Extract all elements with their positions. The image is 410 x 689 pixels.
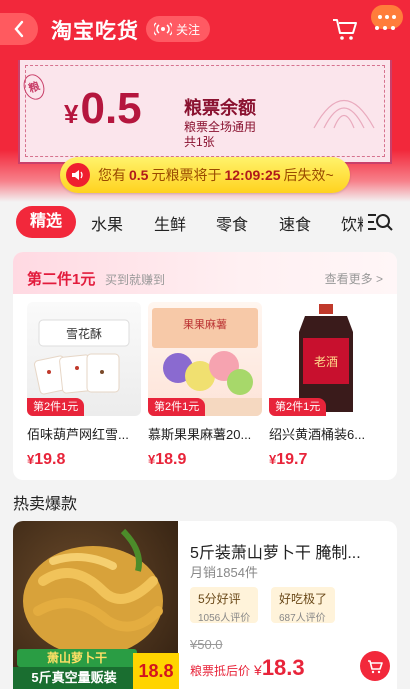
category-tabs: 精选 水果 生鲜 零食 速食 饮料 bbox=[0, 203, 410, 243]
image-label: 萧山萝卜干 bbox=[17, 649, 137, 667]
view-more-link[interactable]: 查看更多 > bbox=[325, 270, 383, 287]
header-bar: 淘宝吃货 关注 bbox=[0, 0, 410, 60]
product-image-text: 果果麻薯 bbox=[183, 317, 227, 331]
coupon-title: 粮票余额 bbox=[184, 98, 256, 118]
product-name: 5斤装萧山萝卜干 腌制... bbox=[190, 545, 361, 562]
review-tag: 5分好评 bbox=[198, 592, 241, 606]
image-price-tag: 18.8 bbox=[133, 653, 179, 689]
product-price: ¥19.8 bbox=[27, 451, 66, 468]
monthly-sales: 月销1854件 bbox=[190, 565, 258, 580]
image-label: 5斤真空量贩装 bbox=[13, 667, 135, 689]
product-card[interactable]: 雪花酥 第2件1元 佰味葫芦网红雪... ¥19.8 bbox=[27, 302, 141, 469]
list-search-icon bbox=[368, 214, 393, 231]
cart-button[interactable] bbox=[332, 17, 358, 46]
coupon-price-value: 18.3 bbox=[261, 655, 305, 680]
tab-snacks[interactable]: 零食 bbox=[216, 211, 248, 235]
deal-badge: 第2件1元 bbox=[269, 398, 327, 416]
cart-icon bbox=[368, 659, 383, 673]
product-price: ¥19.7 bbox=[269, 451, 308, 468]
product-image-text: 雪花酥 bbox=[66, 326, 102, 341]
notice-suffix: 后失效~ bbox=[283, 167, 334, 183]
product-price: ¥18.9 bbox=[148, 451, 187, 468]
more-icon[interactable] bbox=[375, 26, 395, 30]
expiry-notice[interactable]: 您有 0.5 元粮票将于 12:09:25 后失效~ bbox=[60, 157, 350, 193]
follow-label: 关注 bbox=[176, 22, 201, 37]
deal-badge: 第2件1元 bbox=[148, 398, 206, 416]
broadcast-icon bbox=[154, 22, 172, 36]
tab-fruit[interactable]: 水果 bbox=[91, 211, 123, 235]
coupon-count: 共1张 bbox=[184, 135, 215, 149]
section-title: 第二件1元 bbox=[27, 271, 96, 288]
review-tag: 好吃极了 bbox=[279, 592, 328, 606]
coupon-price-label: 粮票抵后价 bbox=[190, 664, 251, 678]
tab-featured[interactable]: 精选 bbox=[16, 206, 77, 238]
review-count: 687人评价 bbox=[279, 613, 326, 624]
notice-amount: 0.5 bbox=[129, 167, 149, 183]
coupon-currency: ¥ bbox=[64, 99, 79, 129]
coupon-usage: 粮票全场通用 bbox=[184, 120, 257, 134]
coupon-value: 0.5 bbox=[80, 84, 142, 133]
product-image-text: 老酒 bbox=[314, 355, 338, 369]
review-badge: 好吃极了 687人评价 bbox=[271, 587, 336, 624]
coupon-price: 粮票抵后价 ¥ 18.3 bbox=[190, 655, 305, 681]
follow-button[interactable]: 关注 bbox=[146, 16, 211, 42]
coupon-amount: ¥ 0.5 bbox=[64, 84, 142, 134]
notice-middle: 元粮票将于 bbox=[151, 167, 222, 183]
product-image: 果果麻薯 第2件1元 bbox=[148, 302, 262, 416]
coupon-price-currency: ¥ bbox=[254, 662, 262, 678]
cart-icon bbox=[333, 19, 357, 40]
review-count: 1056人评价 bbox=[198, 613, 251, 624]
back-button[interactable] bbox=[0, 13, 38, 45]
search-button[interactable] bbox=[367, 211, 393, 238]
speaker-icon bbox=[66, 163, 90, 187]
product-image: 老酒 第2件1元 bbox=[269, 302, 383, 416]
hot-product-card[interactable]: 萧山萝卜干 5斤真空量贩装 18.8 5斤装萧山萝卜干 腌制... 月销1854… bbox=[13, 521, 397, 689]
product-card[interactable]: 老酒 第2件1元 绍兴黄酒桶装6... ¥19.7 bbox=[269, 302, 383, 469]
product-name: 绍兴黄酒桶装6... bbox=[269, 427, 366, 442]
product-image: 雪花酥 第2件1元 bbox=[27, 302, 141, 416]
tab-instant[interactable]: 速食 bbox=[279, 211, 311, 235]
original-price: ¥50.0 bbox=[190, 637, 223, 652]
deal-badge: 第2件1元 bbox=[27, 398, 85, 416]
add-to-cart-button[interactable] bbox=[360, 651, 390, 681]
page-title: 淘宝吃货 bbox=[51, 20, 139, 43]
notice-prefix: 您有 bbox=[98, 167, 126, 183]
hot-section-title: 热卖爆款 bbox=[13, 496, 78, 513]
tab-drinks[interactable]: 饮料 bbox=[341, 211, 363, 235]
second-item-deal-section: 第二件1元 买到就赚到 查看更多 > 雪花酥 第2件1元 佰味葫芦网红雪... … bbox=[13, 252, 397, 480]
product-name: 佰味葫芦网红雪... bbox=[27, 427, 129, 442]
product-name: 慕斯果果麻薯20... bbox=[148, 427, 252, 442]
ornament-icon bbox=[313, 100, 375, 129]
chevron-left-icon bbox=[14, 20, 24, 38]
coupon-card[interactable]: 粮 ¥ 0.5 粮票余额 粮票全场通用 共1张 bbox=[18, 60, 392, 164]
review-badge: 5分好评 1056人评价 bbox=[190, 587, 259, 624]
coupon-subtext: 粮票全场通用 共1张 bbox=[184, 120, 256, 150]
product-image: 萧山萝卜干 5斤真空量贩装 18.8 bbox=[13, 521, 179, 689]
notice-time: 12:09:25 bbox=[224, 167, 281, 183]
tab-fresh[interactable]: 生鲜 bbox=[154, 211, 186, 235]
section-subtitle: 买到就赚到 bbox=[105, 273, 166, 287]
product-card[interactable]: 果果麻薯 第2件1元 慕斯果果麻薯20... ¥18.9 bbox=[148, 302, 262, 469]
